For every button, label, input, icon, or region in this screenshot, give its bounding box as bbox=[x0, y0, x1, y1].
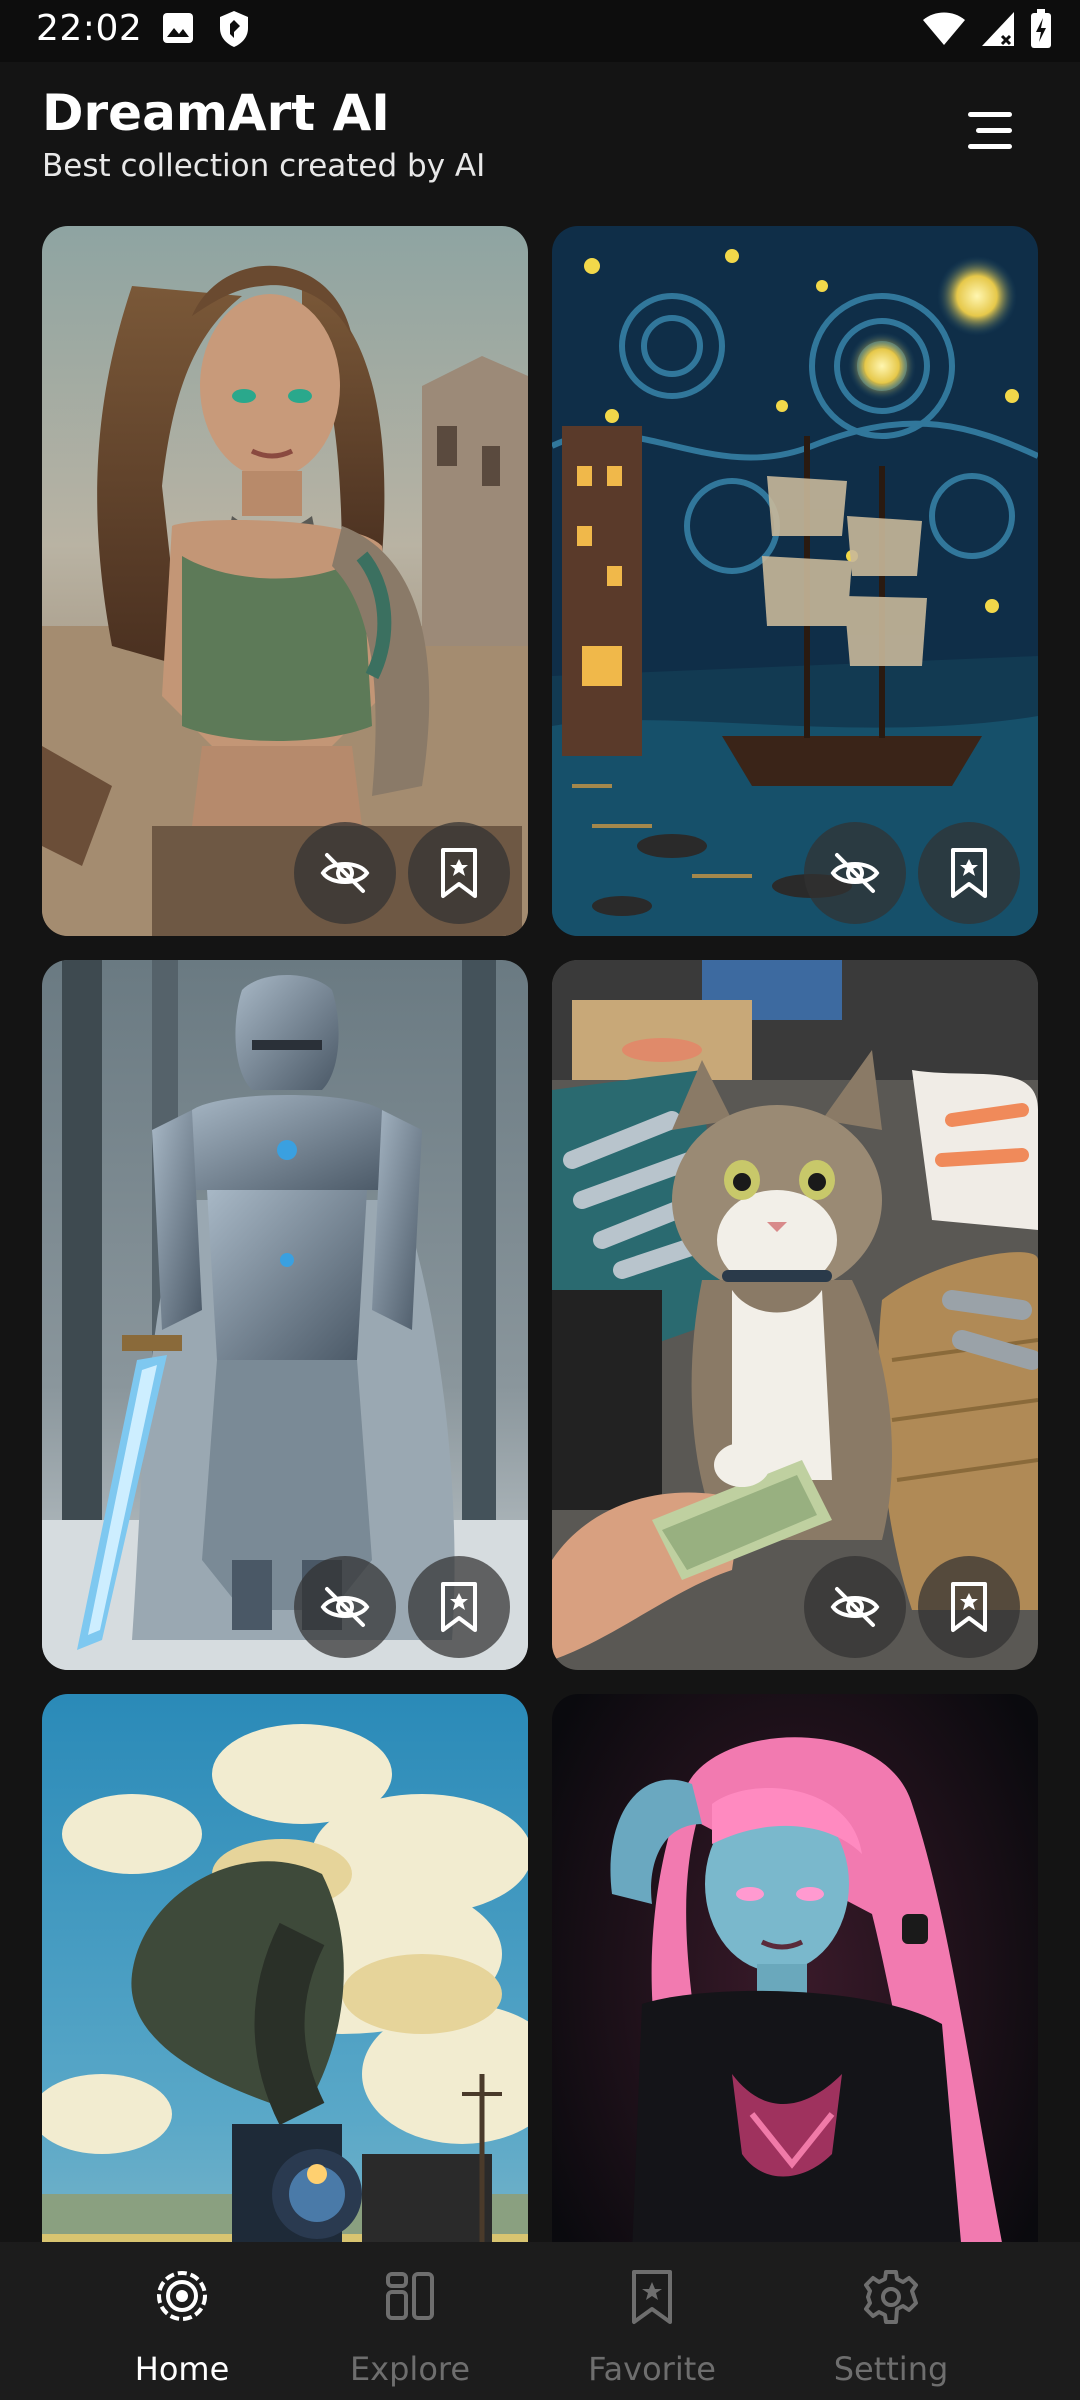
hide-icon bbox=[320, 853, 370, 893]
home-icon bbox=[157, 2271, 207, 2321]
wifi-icon bbox=[922, 11, 966, 51]
explore-icon bbox=[386, 2272, 434, 2320]
setting-icon bbox=[864, 2270, 918, 2324]
bottom-nav: Home Explore Favorite Setting bbox=[0, 2242, 1080, 2400]
hide-icon bbox=[830, 1587, 880, 1627]
bookmark-icon bbox=[951, 1582, 987, 1632]
menu-icon bbox=[968, 112, 1012, 149]
bookmark-icon bbox=[951, 848, 987, 898]
status-time: 22:02 bbox=[36, 8, 143, 49]
hide-button[interactable] bbox=[804, 822, 906, 924]
hide-button[interactable] bbox=[294, 822, 396, 924]
gallery-card[interactable] bbox=[552, 1694, 1038, 2242]
status-bar: 22:02 bbox=[0, 0, 1080, 62]
bookmark-button[interactable] bbox=[918, 822, 1020, 924]
battery-icon bbox=[1030, 9, 1052, 53]
signal-icon bbox=[980, 10, 1016, 52]
nav-label-setting: Setting bbox=[833, 2350, 949, 2388]
menu-button[interactable] bbox=[960, 104, 1020, 158]
bookmark-icon bbox=[441, 1582, 477, 1632]
nav-label-favorite: Favorite bbox=[588, 2350, 716, 2388]
bookmark-button[interactable] bbox=[918, 1556, 1020, 1658]
gallery-card[interactable] bbox=[552, 960, 1038, 1670]
artwork-image bbox=[42, 1694, 528, 2242]
hide-icon bbox=[320, 1587, 370, 1627]
app-title: DreamArt AI bbox=[42, 84, 390, 142]
hide-button[interactable] bbox=[804, 1556, 906, 1658]
app-subtitle: Best collection created by AI bbox=[42, 148, 486, 184]
nav-item-setting[interactable]: Setting bbox=[771, 2242, 1011, 2400]
gallery-card[interactable] bbox=[42, 1694, 528, 2242]
gallery-card[interactable] bbox=[552, 226, 1038, 936]
bookmark-button[interactable] bbox=[408, 822, 510, 924]
nav-item-favorite[interactable]: Favorite bbox=[532, 2242, 772, 2400]
hide-button[interactable] bbox=[294, 1556, 396, 1658]
artwork-image bbox=[552, 1694, 1038, 2242]
nav-label-home: Home bbox=[134, 2350, 230, 2388]
favorite-icon bbox=[632, 2270, 672, 2324]
gallery-card[interactable] bbox=[42, 960, 528, 1670]
gallery-card[interactable] bbox=[42, 226, 528, 936]
nav-item-home[interactable]: Home bbox=[62, 2242, 302, 2400]
shield-icon bbox=[218, 10, 250, 52]
hide-icon bbox=[830, 853, 880, 893]
nav-label-explore: Explore bbox=[349, 2350, 471, 2388]
image-icon bbox=[162, 12, 194, 48]
bookmark-button[interactable] bbox=[408, 1556, 510, 1658]
nav-item-explore[interactable]: Explore bbox=[290, 2242, 530, 2400]
bookmark-icon bbox=[441, 848, 477, 898]
gallery-grid bbox=[42, 226, 1038, 2242]
